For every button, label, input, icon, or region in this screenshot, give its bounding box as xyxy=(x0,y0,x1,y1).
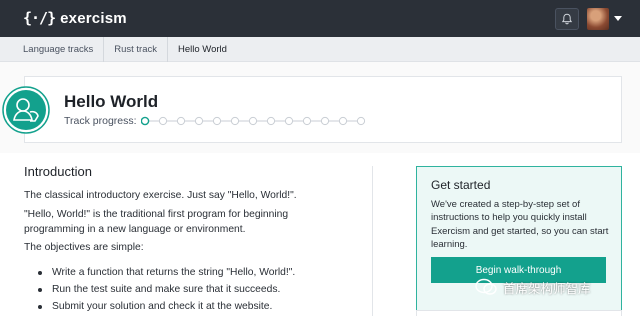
column-divider xyxy=(372,166,373,316)
top-navbar: {·/} exercism xyxy=(0,0,640,37)
intro-paragraph-2: "Hello, World!" is the traditional first… xyxy=(24,209,289,235)
progress-dot xyxy=(284,116,294,126)
progress-dot xyxy=(176,116,186,126)
logo-mark: {·/} xyxy=(23,9,56,27)
progress-dot xyxy=(356,116,366,126)
objectives-list: Write a function that returns the string… xyxy=(38,264,295,315)
breadcrumb-rust-track[interactable]: Rust track xyxy=(104,37,167,62)
breadcrumb-current: Hello World xyxy=(178,43,227,55)
notifications-button[interactable] xyxy=(555,8,579,30)
breadcrumb: Language tracks Rust track Hello World xyxy=(0,36,640,62)
progress-dot xyxy=(194,116,204,126)
get-started-title: Get started xyxy=(431,178,491,192)
logo-text: exercism xyxy=(60,9,127,27)
intro-paragraph-1: The classical introductory exercise. Jus… xyxy=(24,190,297,201)
exercism-logo[interactable]: {·/} exercism xyxy=(23,8,127,28)
objective-item: Run the test suite and make sure that it… xyxy=(38,281,295,298)
breadcrumb-language-tracks[interactable]: Language tracks xyxy=(13,37,103,62)
progress-dot xyxy=(338,116,348,126)
progress-dot xyxy=(230,116,240,126)
progress-dot-completed xyxy=(141,116,150,126)
progress-dot xyxy=(320,116,330,126)
progress-dot xyxy=(266,116,276,126)
watermark-text: 首席架构师智库 xyxy=(503,281,591,296)
intro-paragraph-3: The objectives are simple: xyxy=(24,242,144,253)
progress-dot xyxy=(302,116,312,126)
secondary-card xyxy=(416,310,622,316)
track-progress-indicator xyxy=(141,116,366,126)
track-progress-label: Track progress: xyxy=(64,115,137,127)
objective-item: Submit your solution and check it at the… xyxy=(38,298,295,315)
progress-dot xyxy=(248,116,258,126)
watermark: 首席架构师智库 xyxy=(475,276,591,298)
exercise-title: Hello World xyxy=(64,92,159,111)
wechat-icon xyxy=(475,278,497,295)
user-avatar[interactable] xyxy=(587,8,609,30)
introduction-heading: Introduction xyxy=(24,164,92,179)
exercise-icon xyxy=(2,86,50,134)
objective-item: Write a function that returns the string… xyxy=(38,264,295,281)
bell-icon xyxy=(561,13,573,25)
get-started-text: We've created a step-by-step set of inst… xyxy=(431,199,609,250)
progress-dot xyxy=(212,116,222,126)
progress-dot xyxy=(158,116,168,126)
chevron-down-icon[interactable] xyxy=(614,16,622,21)
